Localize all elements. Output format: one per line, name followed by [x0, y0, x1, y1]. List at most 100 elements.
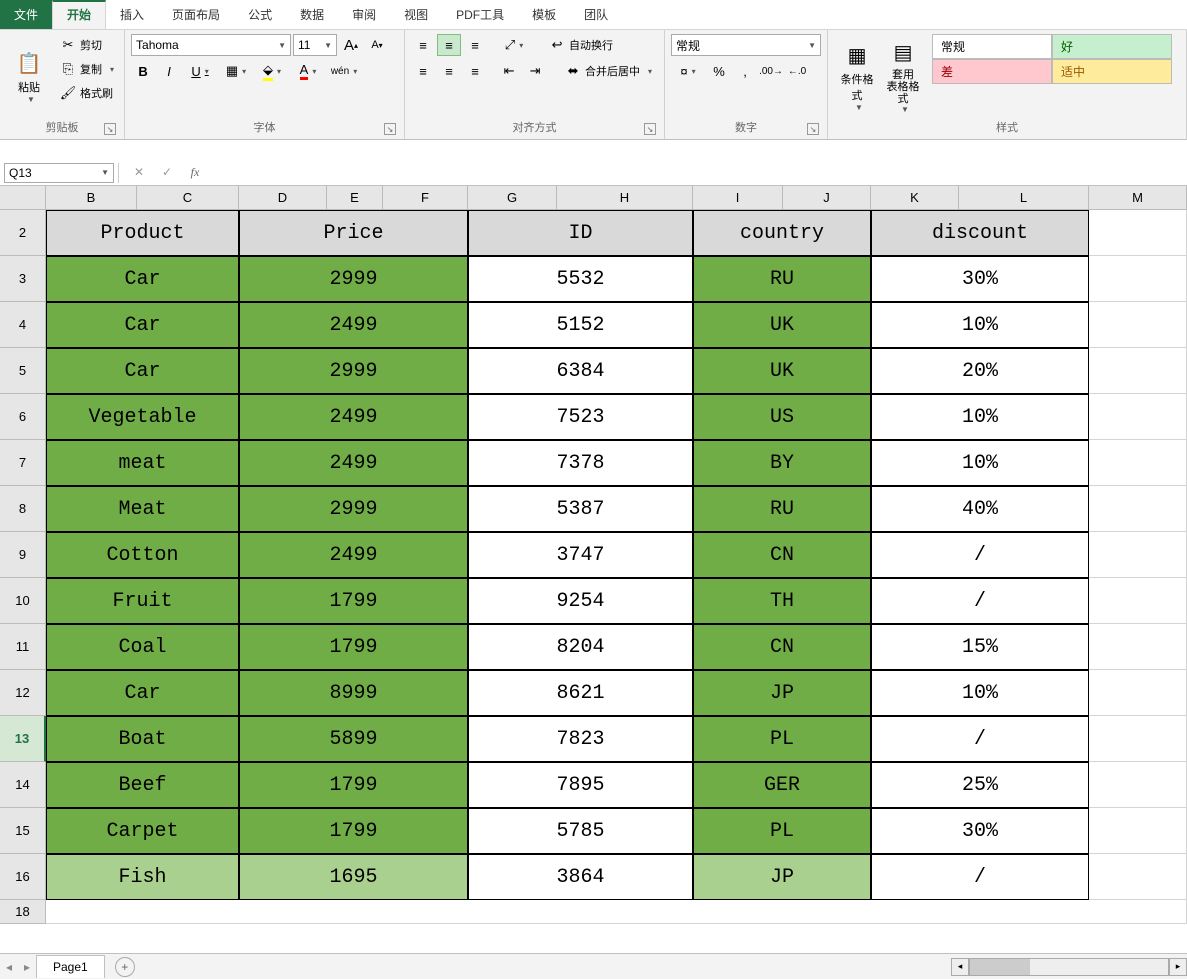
row-header-6[interactable]: 6 [0, 394, 46, 440]
cell-country[interactable]: RU [693, 486, 871, 532]
cell-price[interactable]: 2499 [239, 440, 468, 486]
cell-product[interactable]: Fish [46, 854, 239, 900]
row-header-10[interactable]: 10 [0, 578, 46, 624]
cell-id[interactable]: 5532 [468, 256, 693, 302]
cell-id[interactable]: 7378 [468, 440, 693, 486]
cell-price[interactable]: 1799 [239, 808, 468, 854]
header-cell[interactable]: Price [239, 210, 468, 256]
clipboard-dialog-launcher[interactable]: ↘ [104, 123, 116, 135]
scroll-left-button[interactable]: ◂ [951, 958, 969, 976]
cell-country[interactable]: UK [693, 348, 871, 394]
cell-discount[interactable]: / [871, 578, 1089, 624]
merge-center-button[interactable]: ⬌合并后居中▾ [561, 60, 656, 82]
cell-country[interactable]: JP [693, 854, 871, 900]
tab-数据[interactable]: 数据 [286, 0, 338, 29]
format-painter-button[interactable]: 🖌格式刷 [56, 82, 118, 104]
tab-团队[interactable]: 团队 [570, 0, 622, 29]
cell-id[interactable]: 3747 [468, 532, 693, 578]
decrease-indent-button[interactable]: ⇤ [497, 60, 521, 82]
cell-price[interactable]: 1799 [239, 624, 468, 670]
cell[interactable] [1089, 440, 1187, 486]
col-header-E[interactable]: E [327, 186, 383, 210]
wrap-text-button[interactable]: ↩自动换行 [545, 34, 617, 56]
scroll-track[interactable] [969, 958, 1169, 976]
cell-country[interactable]: JP [693, 670, 871, 716]
col-header-D[interactable]: D [239, 186, 327, 210]
percent-button[interactable]: % [707, 60, 731, 82]
col-header-C[interactable]: C [137, 186, 239, 210]
cell-price[interactable]: 2999 [239, 348, 468, 394]
header-cell[interactable]: ID [468, 210, 693, 256]
font-dialog-launcher[interactable]: ↘ [384, 123, 396, 135]
row-header-9[interactable]: 9 [0, 532, 46, 578]
cell-price[interactable]: 8999 [239, 670, 468, 716]
decrease-font-button[interactable]: A▾ [365, 34, 389, 56]
cell-style-neutral[interactable]: 适中 [1052, 59, 1172, 84]
tab-开始[interactable]: 开始 [52, 0, 106, 29]
row-header-7[interactable]: 7 [0, 440, 46, 486]
cell[interactable] [1089, 624, 1187, 670]
tab-PDF工具[interactable]: PDF工具 [442, 0, 518, 29]
paste-button[interactable]: 📋 粘贴 ▼ [6, 34, 52, 117]
cell-id[interactable]: 7895 [468, 762, 693, 808]
tab-模板[interactable]: 模板 [518, 0, 570, 29]
tab-审阅[interactable]: 审阅 [338, 0, 390, 29]
cell[interactable] [1089, 348, 1187, 394]
cell-country[interactable]: TH [693, 578, 871, 624]
cell[interactable] [1089, 532, 1187, 578]
cancel-formula-button[interactable]: ✕ [129, 165, 149, 180]
cell-product[interactable]: Beef [46, 762, 239, 808]
cell-id[interactable]: 9254 [468, 578, 693, 624]
cell[interactable] [1089, 854, 1187, 900]
format-as-table-button[interactable]: ▤ 套用 表格格式 ▼ [880, 34, 926, 117]
cell-product[interactable]: Cotton [46, 532, 239, 578]
font-size-select[interactable]: 11▼ [293, 34, 337, 56]
align-top-button[interactable]: ≡ [411, 34, 435, 56]
scroll-right-button[interactable]: ▸ [1169, 958, 1187, 976]
cell-discount[interactable]: 10% [871, 440, 1089, 486]
cell-product[interactable]: Carpet [46, 808, 239, 854]
cell-style-good[interactable]: 好 [1052, 34, 1172, 59]
cell-price[interactable]: 2499 [239, 302, 468, 348]
cell-product[interactable]: Coal [46, 624, 239, 670]
align-right-button[interactable]: ≡ [463, 60, 487, 82]
sheet-tab-page1[interactable]: Page1 [36, 955, 105, 978]
cell-id[interactable]: 5785 [468, 808, 693, 854]
horizontal-scrollbar[interactable]: ◂ ▸ [951, 958, 1187, 976]
cell-country[interactable]: US [693, 394, 871, 440]
cell[interactable] [1089, 670, 1187, 716]
conditional-format-button[interactable]: ▦ 条件格式 ▼ [834, 34, 880, 117]
phonetic-button[interactable]: wén▾ [327, 60, 361, 82]
cell-discount[interactable]: 30% [871, 808, 1089, 854]
cell-discount[interactable]: 10% [871, 670, 1089, 716]
cell[interactable] [1089, 394, 1187, 440]
cell-product[interactable]: meat [46, 440, 239, 486]
row-header-15[interactable]: 15 [0, 808, 46, 854]
cell-discount[interactable]: 25% [871, 762, 1089, 808]
cell-discount[interactable]: 30% [871, 256, 1089, 302]
font-color-button[interactable]: A▾ [291, 60, 325, 82]
row-header-18[interactable]: 18 [0, 900, 46, 924]
comma-button[interactable]: , [733, 60, 757, 82]
confirm-formula-button[interactable]: ✓ [157, 165, 177, 180]
align-bottom-button[interactable]: ≡ [463, 34, 487, 56]
row-header-8[interactable]: 8 [0, 486, 46, 532]
copy-button[interactable]: ⎘复制▾ [56, 58, 118, 80]
cell-id[interactable]: 7523 [468, 394, 693, 440]
select-all-corner[interactable] [0, 186, 46, 210]
cell-price[interactable]: 2999 [239, 256, 468, 302]
cell-id[interactable]: 6384 [468, 348, 693, 394]
tab-页面布局[interactable]: 页面布局 [158, 0, 234, 29]
cell-country[interactable]: PL [693, 808, 871, 854]
cell-country[interactable]: CN [693, 532, 871, 578]
cell-product[interactable]: Fruit [46, 578, 239, 624]
increase-font-button[interactable]: A▴ [339, 34, 363, 56]
italic-button[interactable]: I [157, 60, 181, 82]
cell-id[interactable]: 7823 [468, 716, 693, 762]
align-center-button[interactable]: ≡ [437, 60, 461, 82]
cell[interactable] [1089, 716, 1187, 762]
row-header-11[interactable]: 11 [0, 624, 46, 670]
col-header-K[interactable]: K [871, 186, 959, 210]
cell-discount[interactable]: / [871, 854, 1089, 900]
cell-country[interactable]: GER [693, 762, 871, 808]
